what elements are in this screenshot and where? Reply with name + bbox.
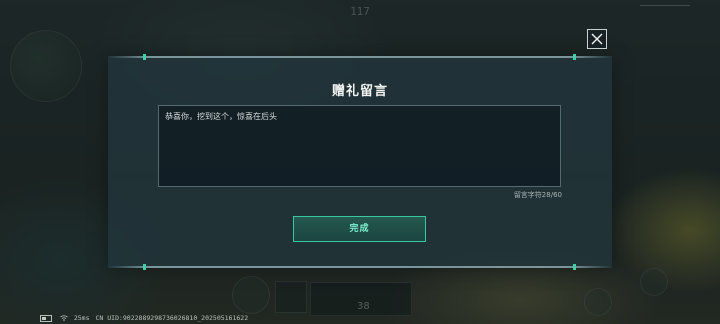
close-icon bbox=[591, 33, 603, 45]
dialog-title: 赠礼留言 bbox=[331, 84, 388, 99]
message-text: 恭喜你，挖到这个，惊喜在后头 bbox=[165, 112, 277, 121]
dialog-bottom-border bbox=[108, 266, 612, 268]
border-accent bbox=[143, 264, 146, 270]
border-accent bbox=[143, 54, 146, 60]
close-button[interactable] bbox=[587, 29, 607, 49]
wifi-icon bbox=[60, 315, 68, 321]
dialog-top-border bbox=[108, 56, 612, 58]
uid-text: CN UID:9022889298736026810_202505161622 bbox=[95, 314, 249, 322]
border-accent bbox=[573, 264, 576, 270]
status-bar: 25ms CN UID:9022889298736026810_202505161… bbox=[40, 314, 340, 324]
ping-value: 25ms bbox=[73, 314, 90, 322]
battery-icon bbox=[40, 314, 52, 322]
game-screen: 117 38 赠礼留言 恭喜你，挖到这个，惊喜在后头 留言字符28/60 完成 … bbox=[0, 0, 720, 324]
char-counter: 留言字符28/60 bbox=[513, 191, 562, 199]
border-accent bbox=[573, 54, 576, 60]
done-button[interactable]: 完成 bbox=[293, 216, 426, 242]
message-input[interactable]: 恭喜你，挖到这个，惊喜在后头 bbox=[158, 105, 561, 187]
